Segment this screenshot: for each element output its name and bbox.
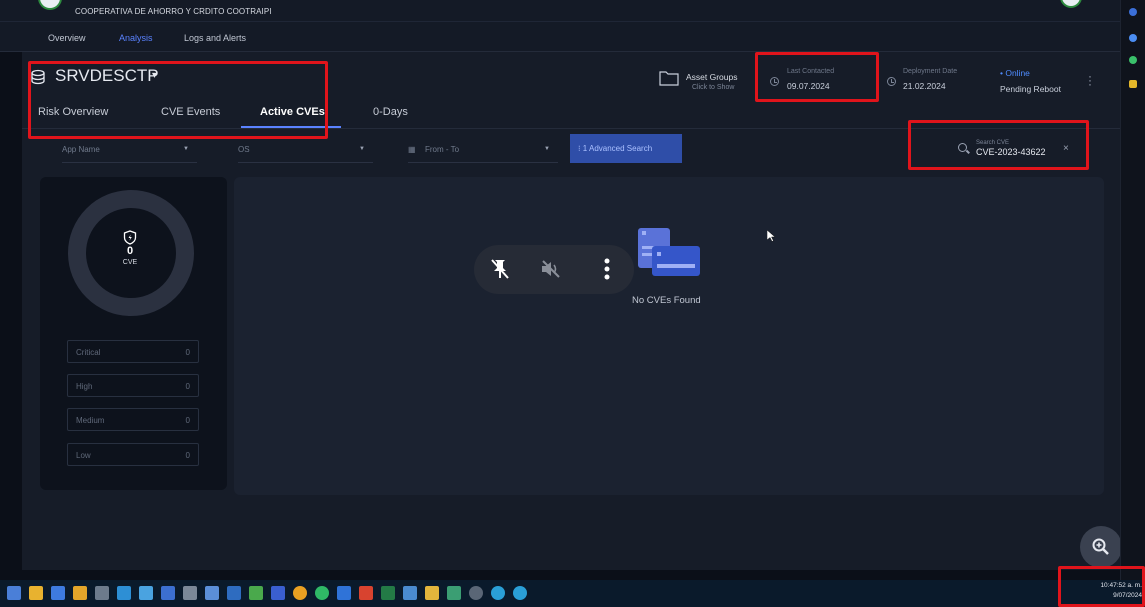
os-label: OS <box>238 145 250 154</box>
taskbar-app-icon[interactable] <box>359 586 373 600</box>
tab-0-days[interactable]: 0-Days <box>373 106 408 118</box>
taskbar-app-icon[interactable] <box>425 586 439 600</box>
more-vertical-icon[interactable] <box>604 258 610 280</box>
taskbar-app-icon[interactable] <box>337 586 351 600</box>
taskbar-app-icon[interactable] <box>51 586 65 600</box>
mute-icon[interactable] <box>540 259 562 279</box>
taskbar-app-icon[interactable] <box>183 586 197 600</box>
severity-value: 0 <box>185 348 190 357</box>
app-name-filter[interactable]: App Name ▼ <box>62 135 197 163</box>
media-controls-overlay <box>474 245 634 294</box>
taskbar-app-icon[interactable] <box>293 586 307 600</box>
chevron-down-icon: ▼ <box>359 146 365 152</box>
asset-groups-subtitle[interactable]: Click to Show <box>692 84 734 91</box>
mouse-cursor-icon <box>767 230 776 242</box>
side-app-strip <box>1120 0 1145 580</box>
asset-groups-title[interactable]: Asset Groups <box>686 72 738 82</box>
folder-icon[interactable] <box>73 586 87 600</box>
calendar-icon: ▦ <box>408 145 416 154</box>
highlight-device-tabs <box>28 61 328 139</box>
cve-results-card <box>234 177 1104 495</box>
app-name-label: App Name <box>62 145 100 154</box>
cve-count: 0 <box>126 245 134 257</box>
taskbar-app-icon[interactable] <box>161 586 175 600</box>
more-options-icon[interactable]: · · · <box>1088 70 1094 90</box>
advanced-search-button[interactable]: ⁝ 1 Advanced Search <box>570 134 682 163</box>
nav-logs-and-alerts[interactable]: Logs and Alerts <box>184 33 246 43</box>
zoom-in-icon <box>1092 538 1109 555</box>
severity-high[interactable]: High 0 <box>67 374 199 397</box>
status-pending-reboot: Pending Reboot <box>1000 84 1061 94</box>
date-range-filter[interactable]: ▦ From - To ▼ <box>408 135 558 163</box>
edge-icon[interactable] <box>513 586 527 600</box>
severity-medium[interactable]: Medium 0 <box>67 408 199 431</box>
severity-label: High <box>76 382 93 391</box>
excel-icon[interactable] <box>381 586 395 600</box>
cve-count-label: CVE <box>122 259 138 266</box>
deployment-date-value: 21.02.2024 <box>903 81 946 91</box>
screen: COOPERATIVA DE AHORRO Y CRDITO COOTRAIPI… <box>0 0 1145 607</box>
nav-analysis[interactable]: Analysis <box>119 33 153 43</box>
severity-label: Critical <box>76 348 101 357</box>
avatar[interactable] <box>1060 0 1082 8</box>
empty-documents-icon <box>638 228 700 276</box>
cooperative-logo <box>38 0 62 10</box>
shield-icon <box>123 230 137 245</box>
highlight-last-contacted <box>755 52 879 102</box>
org-name: COOPERATIVA DE AHORRO Y CRDITO COOTRAIPI <box>75 7 272 16</box>
chevron-down-icon: ▼ <box>544 146 550 152</box>
date-range-label: From - To <box>425 145 460 154</box>
taskbar-app-icon[interactable] <box>447 586 461 600</box>
main-nav: Overview Analysis Logs and Alerts <box>0 22 1120 52</box>
whatsapp-icon[interactable] <box>1129 56 1137 64</box>
taskbar-app-icon[interactable] <box>95 586 109 600</box>
taskbar-app-icon[interactable] <box>139 586 153 600</box>
chevron-down-icon: ▼ <box>183 146 189 152</box>
os-filter[interactable]: OS ▼ <box>238 135 373 163</box>
empty-state-message: No CVEs Found <box>632 295 701 306</box>
zoom-button[interactable] <box>1080 526 1122 568</box>
nav-overview[interactable]: Overview <box>48 33 86 43</box>
taskbar-app-icon[interactable] <box>249 586 263 600</box>
taskbar-app-icon[interactable] <box>315 586 329 600</box>
deployment-date-label: Deployment Date <box>903 68 958 75</box>
taskbar-app-icon[interactable] <box>227 586 241 600</box>
unpin-icon[interactable] <box>490 258 510 280</box>
severity-value: 0 <box>185 382 190 391</box>
app-icon[interactable] <box>1129 34 1137 42</box>
top-bar: COOPERATIVA DE AHORRO Y CRDITO COOTRAIPI <box>0 0 1120 22</box>
severity-critical[interactable]: Critical 0 <box>67 340 199 363</box>
taskbar-app-icon[interactable] <box>271 586 285 600</box>
file-explorer-icon[interactable] <box>29 586 43 600</box>
highlight-clock <box>1058 566 1145 607</box>
taskbar-app-icon[interactable] <box>117 586 131 600</box>
severity-label: Medium <box>76 416 105 425</box>
taskbar-app-icon[interactable] <box>469 586 483 600</box>
start-icon[interactable] <box>7 586 21 600</box>
severity-value: 0 <box>185 416 190 425</box>
severity-label: Low <box>76 451 91 460</box>
taskbar-app-icon[interactable] <box>205 586 219 600</box>
edge-icon[interactable] <box>491 586 505 600</box>
highlight-search-cve <box>908 120 1089 170</box>
folder-icon[interactable] <box>659 70 679 86</box>
severity-value: 0 <box>185 451 190 460</box>
clock-icon <box>887 77 896 86</box>
severity-low[interactable]: Low 0 <box>67 443 199 466</box>
status-online: • Online <box>1000 68 1030 78</box>
app-icon[interactable] <box>1129 8 1137 16</box>
taskbar-app-icon[interactable] <box>403 586 417 600</box>
app-icon[interactable] <box>1129 80 1137 88</box>
